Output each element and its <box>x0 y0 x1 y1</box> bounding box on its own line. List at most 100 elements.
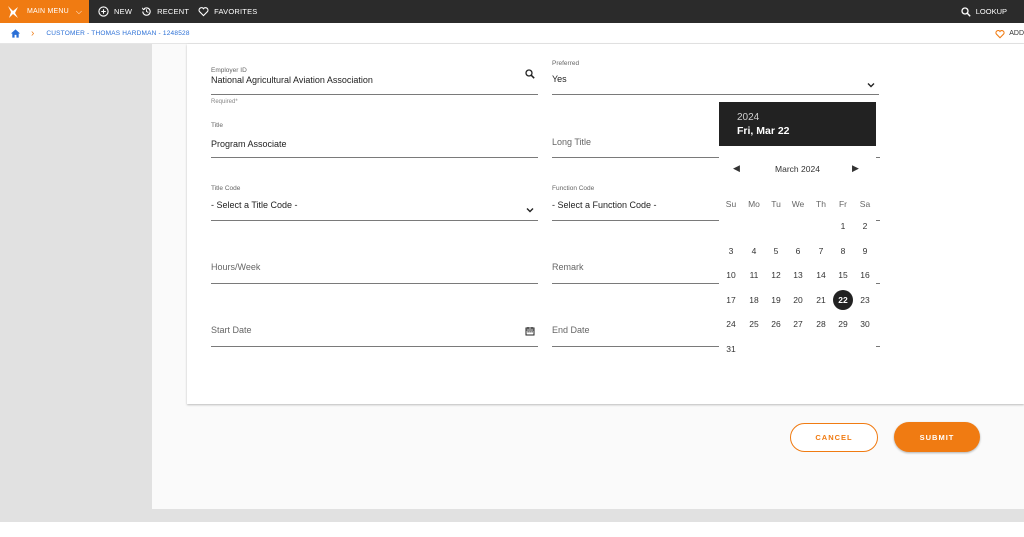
calendar-day[interactable]: 27 <box>788 314 808 334</box>
calendar-day[interactable]: 16 <box>855 265 875 285</box>
calendar-day[interactable]: 2 <box>855 216 875 236</box>
calendar-day[interactable]: 31 <box>721 339 741 359</box>
calendar-day[interactable]: 1 <box>833 216 853 236</box>
title-field[interactable]: Title Program Associate <box>211 120 538 158</box>
next-month-icon[interactable]: ▶ <box>852 163 859 174</box>
remark-field[interactable]: Remark <box>552 246 719 284</box>
long-title-placeholder: Long Title <box>552 137 592 147</box>
title-label: Title <box>211 122 224 129</box>
lookup-label: LOOKUP <box>975 7 1007 16</box>
calendar-day[interactable]: 4 <box>744 241 764 261</box>
calendar-day[interactable]: 19 <box>766 290 786 310</box>
calendar-day[interactable]: 5 <box>766 241 786 261</box>
calendar-day[interactable]: 11 <box>744 265 764 285</box>
calendar-day[interactable]: 3 <box>721 241 741 261</box>
calendar-day[interactable]: 28 <box>811 314 831 334</box>
employer-id-value: National Agricultural Aviation Associati… <box>211 75 373 85</box>
employer-id-label: Employer ID <box>211 67 247 74</box>
calendar-day[interactable]: 25 <box>744 314 764 334</box>
main-menu-label: MAIN MENU <box>27 8 69 15</box>
new-label: NEW <box>114 7 133 16</box>
field-line-end <box>876 157 880 158</box>
calendar-day[interactable]: 23 <box>855 290 875 310</box>
weekday-label: Tu <box>771 199 781 209</box>
calendar-day[interactable]: 29 <box>833 314 853 334</box>
function-code-select[interactable]: Function Code - Select a Function Code - <box>552 183 719 221</box>
calendar-day[interactable]: 30 <box>855 314 875 334</box>
calendar-day[interactable]: 24 <box>721 314 741 334</box>
calendar-day[interactable]: 26 <box>766 314 786 334</box>
add-favorite-label: ADD <box>1009 30 1024 37</box>
logo-icon <box>8 5 18 18</box>
form-card <box>187 44 1024 404</box>
search-icon[interactable] <box>525 69 535 79</box>
calendar-day[interactable]: 13 <box>788 265 808 285</box>
favorites-label: FAVORITES <box>214 7 258 16</box>
hours-week-field[interactable]: Hours/Week <box>211 246 538 284</box>
calendar-day[interactable]: 10 <box>721 265 741 285</box>
recent-button[interactable]: RECENT <box>141 0 189 23</box>
calendar-icon[interactable] <box>525 326 535 336</box>
start-date-placeholder: Start Date <box>211 325 252 335</box>
weekday-label: We <box>791 199 805 209</box>
remark-placeholder: Remark <box>552 262 584 272</box>
calendar-day[interactable]: 8 <box>833 241 853 261</box>
date-picker-year[interactable]: 2024 <box>737 112 759 123</box>
main-menu-button[interactable]: MAIN MENU ⌵ <box>0 0 89 23</box>
home-icon[interactable] <box>10 28 21 39</box>
title-code-select[interactable]: Title Code - Select a Title Code - <box>211 183 538 221</box>
calendar-day[interactable]: 14 <box>811 265 831 285</box>
month-navigation: ◀ March 2024 ▶ <box>719 162 876 176</box>
favorites-button[interactable]: FAVORITES <box>198 0 257 23</box>
breadcrumb: › CUSTOMER - THOMAS HARDMAN - 1248528 AD… <box>0 23 1024 44</box>
calendar-day[interactable]: 9 <box>855 241 875 261</box>
field-line-end <box>876 283 880 284</box>
calendar-day[interactable]: 20 <box>788 290 808 310</box>
weekday-label: Fr <box>838 199 848 209</box>
heart-icon <box>995 29 1005 39</box>
long-title-field[interactable]: Long Title <box>552 120 719 158</box>
add-circle-icon <box>98 6 109 17</box>
breadcrumb-customer[interactable]: CUSTOMER - THOMAS HARDMAN - 1248528 <box>46 30 189 37</box>
title-value: Program Associate <box>211 139 287 149</box>
lookup-button[interactable]: LOOKUP <box>961 0 1007 23</box>
history-icon <box>142 7 151 16</box>
start-date-field[interactable]: Start Date <box>211 309 538 347</box>
cancel-button[interactable]: CANCEL <box>790 423 878 452</box>
calendar-day[interactable]: 18 <box>744 290 764 310</box>
chevron-down-icon <box>867 83 875 88</box>
submit-button[interactable]: SUBMIT <box>894 422 980 452</box>
calendar-day-selected[interactable]: 22 <box>833 290 853 310</box>
calendar-day[interactable]: 21 <box>811 290 831 310</box>
recent-label: RECENT <box>157 7 190 16</box>
title-code-label: Title Code <box>211 185 241 192</box>
search-icon <box>961 6 971 17</box>
employer-id-field[interactable]: Employer ID National Agricultural Aviati… <box>211 64 538 95</box>
calendar-day[interactable]: 17 <box>721 290 741 310</box>
date-picker-header: 2024 Fri, Mar 22 <box>719 102 876 146</box>
calendar-day[interactable]: 6 <box>788 241 808 261</box>
field-line-end <box>876 346 880 347</box>
date-picker-selected-date: Fri, Mar 22 <box>737 125 790 137</box>
calendar-day[interactable]: 12 <box>766 265 786 285</box>
date-picker: 2024 Fri, Mar 22 ◀ March 2024 ▶ Su Mo Tu We… <box>719 102 876 362</box>
weekday-label: Sa <box>859 199 871 209</box>
preferred-value: Yes <box>552 74 567 84</box>
heart-icon <box>198 7 209 17</box>
chevron-down-icon: ⌵ <box>75 6 83 16</box>
footer-strip <box>0 522 1024 537</box>
weekday-label: Mo <box>748 199 760 209</box>
end-date-placeholder: End Date <box>552 325 590 335</box>
weekday-label: Th <box>816 199 826 209</box>
hours-week-placeholder: Hours/Week <box>211 262 261 272</box>
new-button[interactable]: NEW <box>98 0 132 23</box>
function-code-value: - Select a Function Code - <box>552 200 657 210</box>
calendar-day[interactable]: 7 <box>811 241 831 261</box>
field-line-end <box>876 220 880 221</box>
employer-id-helper: Required* <box>211 99 238 105</box>
add-favorite-button[interactable]: ADD <box>995 23 1024 44</box>
weekday-label: Su <box>725 199 737 209</box>
end-date-field[interactable]: End Date <box>552 309 719 347</box>
calendar-day[interactable]: 15 <box>833 265 853 285</box>
preferred-select[interactable]: Preferred Yes <box>552 57 879 95</box>
